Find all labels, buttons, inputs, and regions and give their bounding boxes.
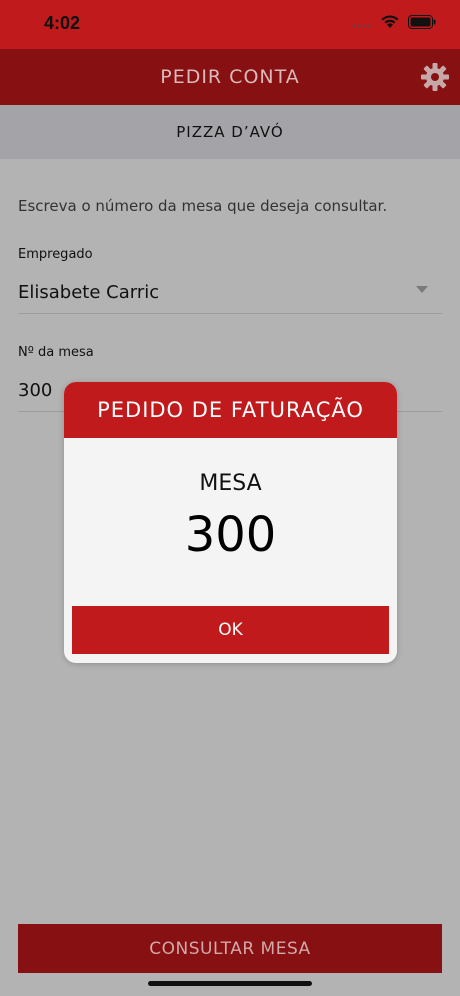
status-bar: 4:02 <box>0 0 460 49</box>
battery-icon <box>408 14 436 29</box>
table-number-label: Nº da mesa <box>18 345 94 360</box>
dialog-table-label: MESA <box>199 471 262 496</box>
dialog-table-number: 300 <box>184 507 277 563</box>
dialog-title: PEDIDO DE FATURAÇÃO <box>64 382 397 438</box>
home-indicator <box>148 981 312 986</box>
restaurant-name: PIZZA D’AVÓ <box>176 123 284 141</box>
restaurant-header: PIZZA D’AVÓ <box>0 105 460 159</box>
billing-dialog: PEDIDO DE FATURAÇÃO MESA 300 OK <box>64 382 397 663</box>
status-time: 4:02 <box>44 13 81 33</box>
consult-table-button[interactable]: CONSULTAR MESA <box>18 924 442 973</box>
wifi-icon <box>381 15 399 28</box>
nav-bar: PEDIR CONTA <box>0 49 460 105</box>
table-number-input[interactable]: 300 <box>18 380 52 401</box>
page-title: PEDIR CONTA <box>160 66 300 88</box>
status-icons <box>352 14 436 29</box>
gear-icon[interactable] <box>420 62 450 92</box>
signal-icon <box>352 24 371 27</box>
instruction-text: Escreva o número da mesa que deseja cons… <box>18 197 388 215</box>
ok-button[interactable]: OK <box>72 606 389 654</box>
chevron-down-icon[interactable] <box>416 286 428 293</box>
employee-select[interactable]: Elisabete Carric <box>18 282 159 303</box>
employee-underline <box>18 313 442 314</box>
employee-label: Empregado <box>18 247 93 262</box>
